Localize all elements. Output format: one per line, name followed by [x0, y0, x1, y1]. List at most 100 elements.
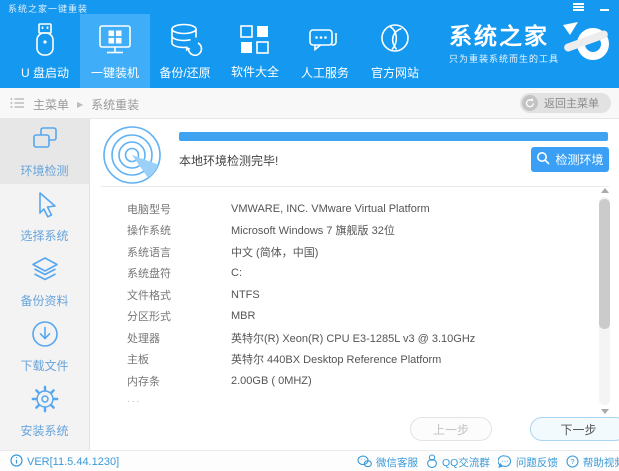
download-icon [30, 319, 60, 352]
brand-name: 系统之家 [449, 25, 559, 48]
gear-icon [30, 384, 60, 417]
system-info-table: 电脑型号VMWARE, INC. VMware Virtual Platform… [127, 198, 475, 405]
footer-links: 微信客服 QQ交流群 [357, 454, 619, 471]
table-row: 系统盘符C: [127, 263, 475, 285]
row-label: 处理器 [127, 330, 231, 346]
scroll-up-arrow[interactable] [601, 188, 609, 193]
breadcrumb-bar: 主菜单 ▶ 系统重装 返回主菜单 [0, 88, 619, 119]
footer-bar: VER[11.5.44.1230] 微信客服 [0, 450, 619, 471]
row-label: 文件格式 [127, 287, 231, 303]
sidebar-item-install-system[interactable]: 安装系统 [0, 379, 89, 444]
table-row: 电脑型号VMWARE, INC. VMware Virtual Platform [127, 198, 475, 220]
next-step-button[interactable]: 下一步 [530, 417, 619, 441]
qq-group-link[interactable]: QQ交流群 [426, 454, 490, 471]
globe-icon [376, 21, 414, 59]
row-value: 中文 (简体，中国) [231, 244, 318, 260]
toolbar-item-backup-restore[interactable]: 备份/还原 [150, 14, 220, 88]
breadcrumb-root[interactable]: 主菜单 [33, 96, 69, 113]
toolbar-item-label: U 盘启动 [21, 64, 69, 81]
sidebar-item-env-detect[interactable]: 环境检测 [0, 119, 89, 184]
info-icon [10, 454, 23, 470]
vertical-scrollbar [599, 188, 610, 414]
app-window: 系统之家一键重装 U 盘启动 [0, 0, 619, 471]
back-arrow-icon [522, 95, 538, 111]
wechat-support-link[interactable]: 微信客服 [357, 454, 418, 471]
sidebar-item-label: 安装系统 [20, 422, 68, 439]
toolbar-item-one-click-install[interactable]: 一键装机 [80, 14, 150, 88]
toolbar-item-usb-boot[interactable]: U 盘启动 [10, 14, 80, 88]
row-label: 分区形式 [127, 308, 231, 324]
sidebar-item-label: 选择系统 [20, 227, 68, 244]
database-restore-icon [166, 21, 204, 59]
row-value: VMWARE, INC. VMware Virtual Platform [231, 203, 430, 215]
table-row: 分区形式MBR [127, 306, 475, 328]
header-separator [101, 186, 609, 187]
row-value: 2.00GB ( 0MHZ) [231, 375, 312, 387]
help-video-link[interactable]: ? 帮助视频 [566, 454, 619, 471]
sidebar-item-label: 备份资料 [20, 292, 68, 309]
brand-slogan: 只为重装系统而生的工具 [449, 52, 559, 65]
toolbar-item-website[interactable]: 官方网站 [360, 14, 430, 88]
breadcrumb-current: 系统重装 [91, 96, 139, 113]
row-value: MBR [231, 310, 255, 322]
row-value: 英特尔 440BX Desktop Reference Platform [231, 351, 441, 367]
chat-bubbles-icon [306, 21, 344, 59]
row-label: 电脑型号 [127, 201, 231, 217]
footer-link-label: 帮助视频 [583, 455, 619, 470]
detection-status-text: 本地环境检测完毕! [179, 152, 278, 169]
menu-icon[interactable] [573, 3, 584, 11]
table-row: 操作系统Microsoft Windows 7 旗舰版 32位 [127, 220, 475, 242]
cursor-icon [30, 189, 60, 222]
table-row: 系统语言中文 (简体，中国) [127, 241, 475, 263]
feedback-bubble-icon [498, 455, 512, 471]
row-value: NTFS [231, 289, 260, 301]
table-row: 主板英特尔 440BX Desktop Reference Platform [127, 349, 475, 371]
brand-logo: 系统之家 只为重装系统而生的工具 [449, 19, 617, 70]
back-to-main-menu-button[interactable]: 返回主菜单 [520, 93, 611, 113]
footer-link-label: 微信客服 [376, 455, 418, 470]
feedback-link[interactable]: 问题反馈 [498, 454, 558, 471]
previous-step-button[interactable]: 上一步 [410, 417, 492, 441]
sidebar-item-label: 环境检测 [20, 162, 68, 179]
sidebar-item-select-system[interactable]: 选择系统 [0, 184, 89, 249]
scrollbar-thumb[interactable] [599, 199, 610, 329]
toolbar-item-label: 官方网站 [371, 64, 419, 81]
toolbar-item-label: 备份/还原 [159, 64, 210, 81]
env-detect-icon [30, 124, 60, 157]
content-panel: 本地环境检测完毕! 检测环境 电脑型号VMWARE, INC. VMware V… [91, 119, 619, 450]
sidebar-item-backup-data[interactable]: 备份资料 [0, 249, 89, 314]
minimize-icon[interactable] [600, 3, 609, 11]
version-info: VER[11.5.44.1230] [10, 454, 119, 470]
sidebar-item-download-files[interactable]: 下载文件 [0, 314, 89, 379]
step-sidebar: 环境检测 选择系统 备份资料 [0, 119, 90, 450]
list-icon [10, 97, 25, 112]
toolbar-item-label: 人工服务 [301, 64, 349, 81]
row-label: 内存条 [127, 373, 231, 389]
detect-button-label: 检测环境 [555, 151, 603, 168]
wechat-icon [357, 455, 372, 471]
footer-link-label: QQ交流群 [442, 455, 490, 470]
row-value: Microsoft Windows 7 旗舰版 32位 [231, 222, 395, 238]
table-row: 文件格式NTFS [127, 284, 475, 306]
toolbar-item-label: 一键装机 [91, 64, 139, 81]
titlebar: 系统之家一键重装 [0, 0, 619, 14]
qq-penguin-icon [426, 454, 438, 471]
monitor-windows-icon [96, 21, 134, 59]
version-label: VER[11.5.44.1230] [27, 456, 119, 468]
footer-link-label: 问题反馈 [516, 455, 558, 470]
brand-swoosh-icon [561, 19, 617, 70]
detection-progress-bar [179, 132, 608, 141]
help-icon: ? [566, 455, 579, 471]
svg-text:?: ? [570, 457, 574, 466]
sidebar-item-label: 下载文件 [20, 357, 68, 374]
more-rows-indicator: ... [127, 394, 475, 405]
row-label: 系统盘符 [127, 265, 231, 281]
detect-environment-button[interactable]: 检测环境 [531, 147, 609, 172]
row-value: 英特尔(R) Xeon(R) CPU E3-1285L v3 @ 3.10GHz [231, 330, 475, 346]
toolbar-item-software[interactable]: 软件大全 [220, 14, 290, 88]
usb-drive-icon [26, 21, 64, 59]
row-label: 操作系统 [127, 222, 231, 238]
toolbar-item-support[interactable]: 人工服务 [290, 14, 360, 88]
table-row: 内存条2.00GB ( 0MHZ) [127, 370, 475, 392]
scroll-down-arrow[interactable] [601, 409, 609, 414]
